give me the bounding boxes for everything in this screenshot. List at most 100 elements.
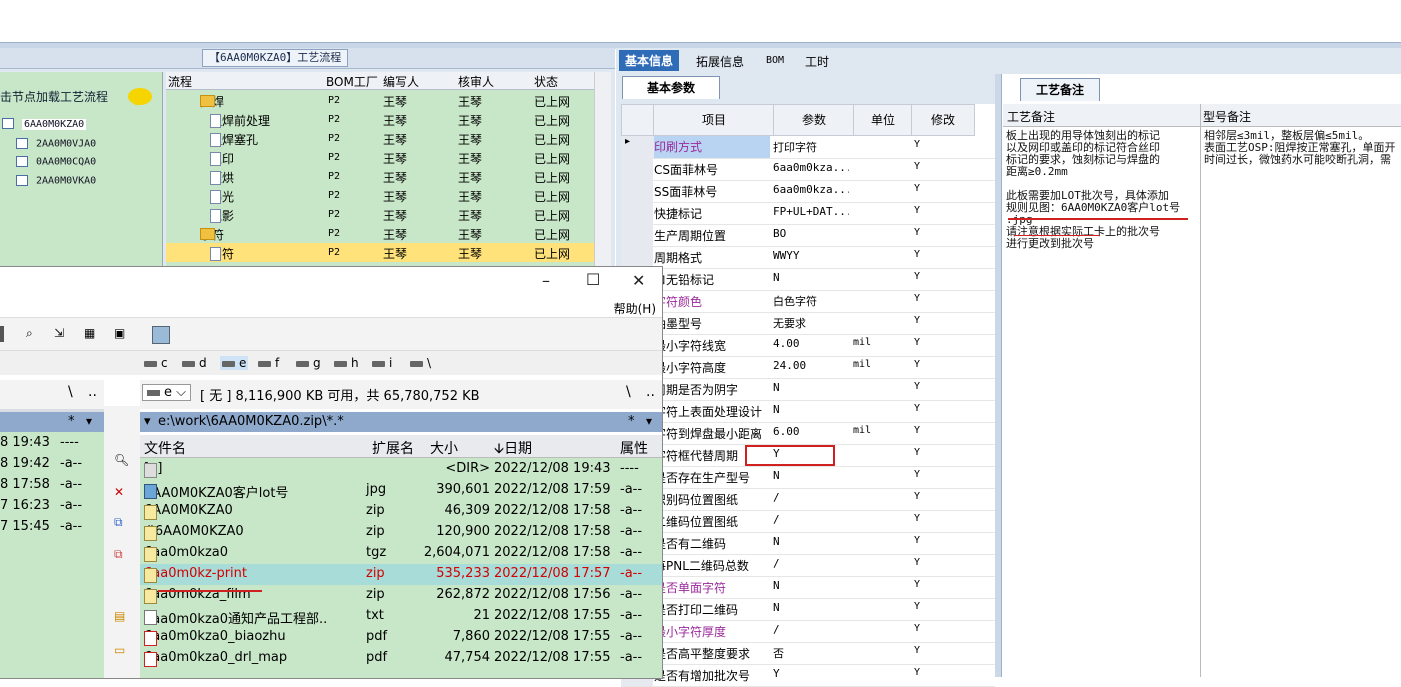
param-modify[interactable]: Y: [914, 381, 920, 392]
row-selector[interactable]: [621, 158, 653, 180]
drive-g[interactable]: g: [296, 356, 321, 370]
filter-dropdown-icon[interactable]: ▾: [646, 414, 652, 428]
col-reviewer[interactable]: 核审人: [458, 73, 494, 90]
move-icon[interactable]: ⧉: [114, 547, 123, 562]
col-modify[interactable]: 修改: [911, 104, 975, 136]
drive-select[interactable]: e ⌵: [142, 384, 191, 401]
param-modify[interactable]: Y: [914, 535, 920, 546]
param-row[interactable]: 最小字符高度 24.00 mil Y: [621, 356, 995, 379]
binoculars-icon[interactable]: ⌕: [26, 326, 42, 342]
param-row[interactable]: 是否高平整度要求 否 Y: [621, 642, 995, 665]
param-modify[interactable]: Y: [914, 359, 920, 370]
delete-icon[interactable]: ✕: [114, 485, 124, 499]
param-modify[interactable]: Y: [914, 293, 920, 304]
row-selector[interactable]: [621, 202, 653, 224]
param-value[interactable]: 4.00: [773, 337, 849, 350]
param-modify[interactable]: Y: [914, 139, 920, 150]
left-nav-root[interactable]: \: [68, 384, 73, 400]
param-value[interactable]: 否: [773, 645, 849, 661]
process-grid-scrollbar[interactable]: [594, 72, 611, 268]
param-value[interactable]: 打印字符: [773, 139, 849, 155]
param-value[interactable]: /: [773, 557, 849, 570]
param-value[interactable]: N: [773, 579, 849, 592]
param-value[interactable]: N: [773, 381, 849, 394]
col-ext[interactable]: 扩展名: [372, 438, 414, 458]
param-row[interactable]: ▸ 印刷方式 打印字符 Y: [621, 136, 995, 159]
search-icon[interactable]: 🔍︎: [114, 453, 129, 467]
tree-node[interactable]: 0AA0M0CQA0: [16, 156, 96, 168]
param-modify[interactable]: Y: [914, 425, 920, 436]
drive-i[interactable]: i: [372, 356, 392, 370]
param-value[interactable]: N: [773, 469, 849, 482]
minimize-icon[interactable]: –: [542, 271, 550, 290]
param-row[interactable]: 字符颜色 白色字符 Y: [621, 290, 995, 313]
param-modify[interactable]: Y: [914, 491, 920, 502]
param-modify[interactable]: Y: [914, 579, 920, 590]
process-row[interactable]: 阻焊塞孔 P2 王琴 王琴 已上网: [166, 129, 594, 148]
param-row[interactable]: 最小字符线宽 4.00 mil Y: [621, 334, 995, 357]
left-file-row[interactable]: 7 16:23 -a--: [0, 496, 104, 517]
process-row[interactable]: 显影 P2 王琴 王琴 已上网: [166, 205, 594, 224]
process-row[interactable]: 字符 P2 王琴 王琴 已上网: [166, 243, 594, 262]
param-modify[interactable]: Y: [914, 183, 920, 194]
param-modify[interactable]: Y: [914, 227, 920, 238]
file-row[interactable]: 6aa0m0kza0通知产品工程部.. txt 21 2022/12/08 17:55…: [140, 606, 662, 627]
drive-h[interactable]: h: [334, 356, 359, 370]
param-value[interactable]: /: [773, 513, 849, 526]
param-value[interactable]: 无要求: [773, 315, 849, 331]
param-modify[interactable]: Y: [914, 161, 920, 172]
param-row[interactable]: CS面菲林号 6aa0m0kza... Y: [621, 158, 995, 181]
tab-basic-params[interactable]: 基本参数: [622, 76, 720, 99]
right-nav-up[interactable]: ..: [646, 384, 655, 400]
row-selector[interactable]: [621, 180, 653, 202]
process-row[interactable]: 字符 P2 王琴 王琴 已上网: [166, 224, 594, 243]
file-row[interactable]: 6AA0M0KZA0 zip 46,309 2022/12/08 17:58 -a--: [140, 501, 662, 522]
tab-basic-info[interactable]: 基本信息: [619, 50, 680, 71]
copy-icon[interactable]: ⧉: [114, 515, 123, 530]
param-value[interactable]: N: [773, 271, 849, 284]
col-item[interactable]: 项目: [653, 104, 775, 136]
param-modify[interactable]: Y: [914, 667, 920, 678]
param-value[interactable]: /: [773, 623, 849, 636]
col-flow[interactable]: 流程: [168, 73, 192, 90]
drive-d[interactable]: d: [182, 356, 207, 370]
process-notes-text[interactable]: 板上出现的用导体蚀刻出的标记 以及网印或盖印的标记符合丝印 标记的要求，蚀刻标记与焊…: [1003, 126, 1199, 677]
left-file-row[interactable]: 7 15:45 -a--: [0, 517, 104, 538]
param-row[interactable]: 每PNL二维码总数 / Y: [621, 554, 995, 577]
param-modify[interactable]: Y: [914, 645, 920, 656]
param-row[interactable]: 是否打印二维码 N Y: [621, 598, 995, 621]
tree-node[interactable]: 2AA0M0VKA0: [16, 175, 96, 187]
param-row[interactable]: 是否单面字符 N Y: [621, 576, 995, 599]
drive-c[interactable]: c: [144, 356, 168, 370]
param-row[interactable]: SS面菲林号 6aa0m0kza... Y: [621, 180, 995, 203]
process-row[interactable]: 阻焊前处理 P2 王琴 王琴 已上网: [166, 110, 594, 129]
tree-node[interactable]: 2AA0M0VJA0: [16, 138, 96, 150]
param-modify[interactable]: Y: [914, 513, 920, 524]
param-value[interactable]: FP+UL+DAT...: [773, 205, 849, 218]
left-file-row[interactable]: 8 17:58 -a--: [0, 475, 104, 496]
param-modify[interactable]: Y: [914, 447, 920, 458]
archive-icon[interactable]: ▤: [114, 609, 125, 623]
file-row[interactable]: 6AA0M0KZA0客户lot号 jpg 390,601 2022/12/08 17:…: [140, 480, 662, 501]
left-file-row[interactable]: 8 19:42 -a--: [0, 454, 104, 475]
col-filename[interactable]: 文件名: [144, 438, 186, 458]
file-row[interactable]: 6aa0m0kza0 tgz 2,604,071 2022/12/08 17:58 -a…: [140, 543, 662, 564]
folder-icon[interactable]: ▭: [114, 643, 125, 657]
pack-icon[interactable]: ▣: [114, 326, 130, 342]
menu-help[interactable]: 帮助(H): [614, 300, 656, 317]
col-author[interactable]: 编写人: [383, 73, 419, 90]
col-size[interactable]: 大小: [430, 438, 458, 458]
param-row[interactable]: 字符上表面处理设计 N Y: [621, 400, 995, 423]
param-value[interactable]: 6.00: [773, 425, 849, 438]
param-value[interactable]: /: [773, 491, 849, 504]
toolbar-icon[interactable]: [0, 326, 4, 342]
param-row[interactable]: ロ无铅标记 N Y: [621, 268, 995, 291]
param-modify[interactable]: Y: [914, 601, 920, 612]
param-row[interactable]: 是否存在生产型号 N Y: [621, 466, 995, 489]
process-row[interactable]: 预烘 P2 王琴 王琴 已上网: [166, 167, 594, 186]
drive-e[interactable]: e: [220, 356, 249, 370]
model-notes-text[interactable]: 相邻层≤3mil，整板层偏≤5mil。 表面工艺OSP:阻焊按正常塞孔，单面开 时间…: [1203, 126, 1401, 677]
param-modify[interactable]: Y: [914, 403, 920, 414]
param-value[interactable]: N: [773, 601, 849, 614]
param-value[interactable]: WWYY: [773, 249, 849, 262]
